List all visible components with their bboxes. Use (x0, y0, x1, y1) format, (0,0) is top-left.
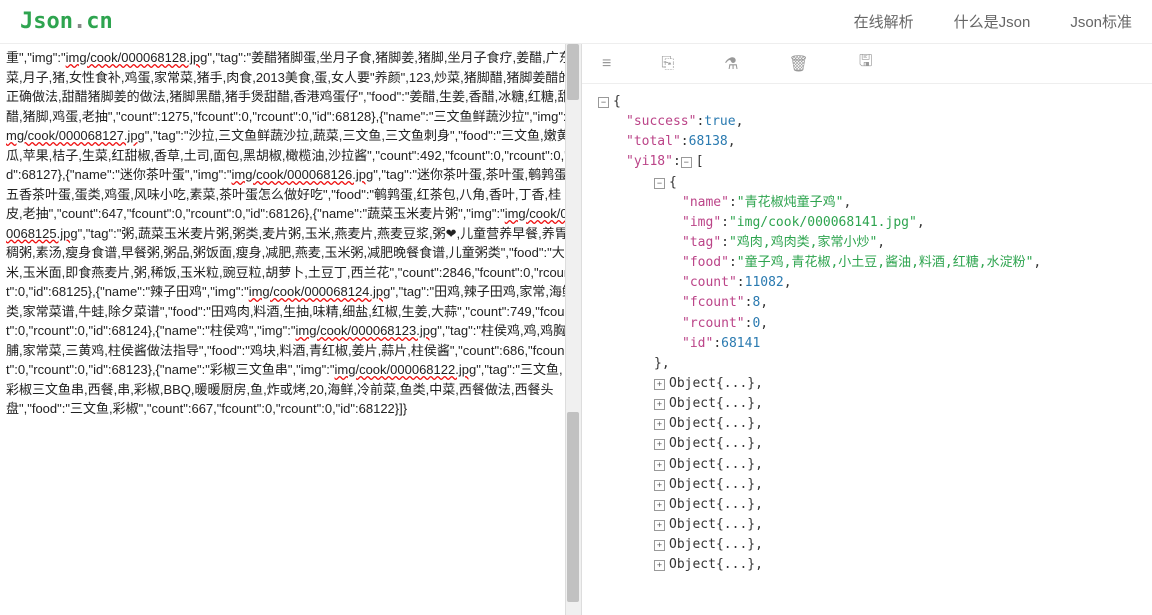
toolbar: ≡ ⎘ ⚗ 🗑 🖫 (582, 44, 1152, 84)
tree-count: 11082 (745, 275, 784, 290)
tree-collapsed-object[interactable]: Object{...} (669, 517, 755, 532)
tree-success: true (704, 114, 735, 129)
toggle-icon[interactable]: − (681, 157, 692, 168)
logo[interactable]: Json.cn (20, 9, 113, 34)
tree-img: img/cook/000068141.jpg (729, 215, 917, 230)
toolbar-db-icon[interactable]: ≡ (602, 55, 611, 73)
scrollbar[interactable] (565, 44, 581, 615)
json-tree-panel: ≡ ⎘ ⚗ 🗑 🖫 −{ success:true, total:68138, … (582, 44, 1152, 615)
tree-food: 童子鸡,青花椒,小土豆,酱油,料酒,红糖,水淀粉 (737, 255, 1034, 270)
tree-collapsed-object[interactable]: Object{...} (669, 436, 755, 451)
toolbar-file-icon[interactable]: ⎘ (661, 55, 674, 73)
toggle-icon[interactable]: + (654, 540, 665, 551)
toggle-icon[interactable]: + (654, 520, 665, 531)
tree-collapsed-object[interactable]: Object{...} (669, 557, 755, 572)
toggle-icon[interactable]: + (654, 560, 665, 571)
header: Json.cn 在线解析 什么是Json Json标准 (0, 0, 1152, 44)
json-raw-text[interactable]: 重","img":"img/cook/000068128.jpg","tag":… (0, 44, 581, 423)
tree-collapsed-object[interactable]: Object{...} (669, 457, 755, 472)
nav: 在线解析 什么是Json Json标准 (854, 11, 1132, 32)
tree-collapsed-object[interactable]: Object{...} (669, 497, 755, 512)
toggle-icon[interactable]: + (654, 379, 665, 390)
tree-name: 青花椒炖童子鸡 (737, 195, 844, 210)
json-input-panel: 重","img":"img/cook/000068128.jpg","tag":… (0, 44, 582, 615)
json-tree: −{ success:true, total:68138, yi18:−[ −{… (582, 84, 1152, 615)
logo-json: Json (20, 9, 73, 34)
tree-collapsed-object[interactable]: Object{...} (669, 477, 755, 492)
toggle-icon[interactable]: + (654, 460, 665, 471)
scrollbar-thumb-top[interactable] (567, 44, 579, 100)
scrollbar-thumb-bottom[interactable] (567, 412, 579, 602)
toggle-icon[interactable]: + (654, 500, 665, 511)
tree-tag: 鸡肉,鸡肉类,家常小炒 (729, 235, 877, 250)
toggle-icon[interactable]: − (654, 178, 665, 189)
nav-standard[interactable]: Json标准 (1070, 11, 1132, 32)
toggle-icon[interactable]: + (654, 399, 665, 410)
nav-whatis[interactable]: 什么是Json (954, 11, 1031, 32)
toggle-icon[interactable]: − (598, 97, 609, 108)
toolbar-trash-icon[interactable]: 🗑 (789, 54, 809, 74)
toggle-icon[interactable]: + (654, 419, 665, 430)
logo-cn: cn (86, 9, 113, 34)
tree-collapsed-object[interactable]: Object{...} (669, 537, 755, 552)
tree-collapsed-object[interactable]: Object{...} (669, 376, 755, 391)
logo-dot: . (73, 9, 86, 34)
nav-parse[interactable]: 在线解析 (854, 11, 914, 32)
main: 重","img":"img/cook/000068128.jpg","tag":… (0, 44, 1152, 615)
toolbar-flask-icon[interactable]: ⚗ (724, 54, 738, 74)
tree-collapsed-object[interactable]: Object{...} (669, 416, 755, 431)
tree-collapsed-object[interactable]: Object{...} (669, 396, 755, 411)
tree-yi18-key: yi18 (626, 154, 673, 169)
tree-id: 68141 (721, 336, 760, 351)
toolbar-save-icon[interactable]: 🖫 (859, 50, 873, 77)
tree-total: 68138 (689, 134, 728, 149)
toggle-icon[interactable]: + (654, 439, 665, 450)
toggle-icon[interactable]: + (654, 480, 665, 491)
